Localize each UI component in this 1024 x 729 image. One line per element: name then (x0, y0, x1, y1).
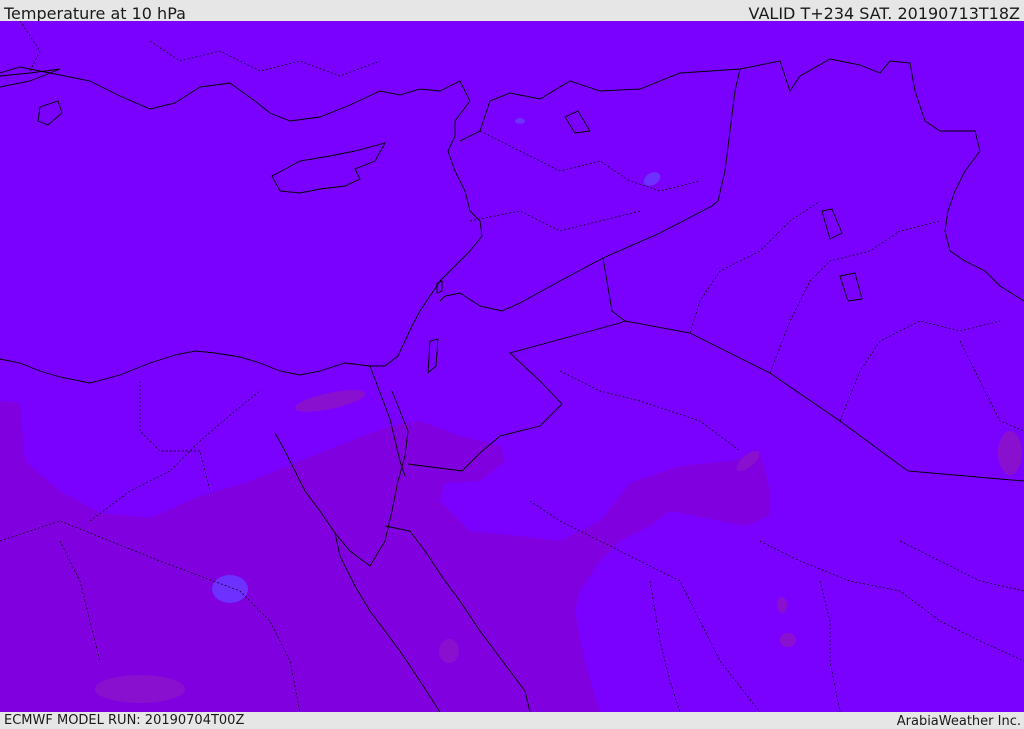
warm-patch (95, 675, 185, 703)
warm-patch (439, 639, 459, 663)
warm-patch (998, 431, 1022, 475)
warm-patch (780, 633, 796, 647)
map-canvas (0, 21, 1024, 712)
credit-label: ArabiaWeather Inc. (896, 714, 1021, 729)
map-figure: Temperature at 10 hPa VALID T+234 SAT. 2… (0, 0, 1024, 729)
header-bar: Temperature at 10 hPa VALID T+234 SAT. 2… (0, 0, 1024, 23)
map-svg (0, 21, 1024, 712)
cool-patch (212, 575, 248, 603)
cool-patch (515, 118, 525, 124)
model-run-label: ECMWF MODEL RUN: 20190704T00Z (4, 713, 245, 728)
footer-bar: ECMWF MODEL RUN: 20190704T00Z ArabiaWeat… (0, 712, 1024, 729)
warm-patch (777, 597, 787, 613)
